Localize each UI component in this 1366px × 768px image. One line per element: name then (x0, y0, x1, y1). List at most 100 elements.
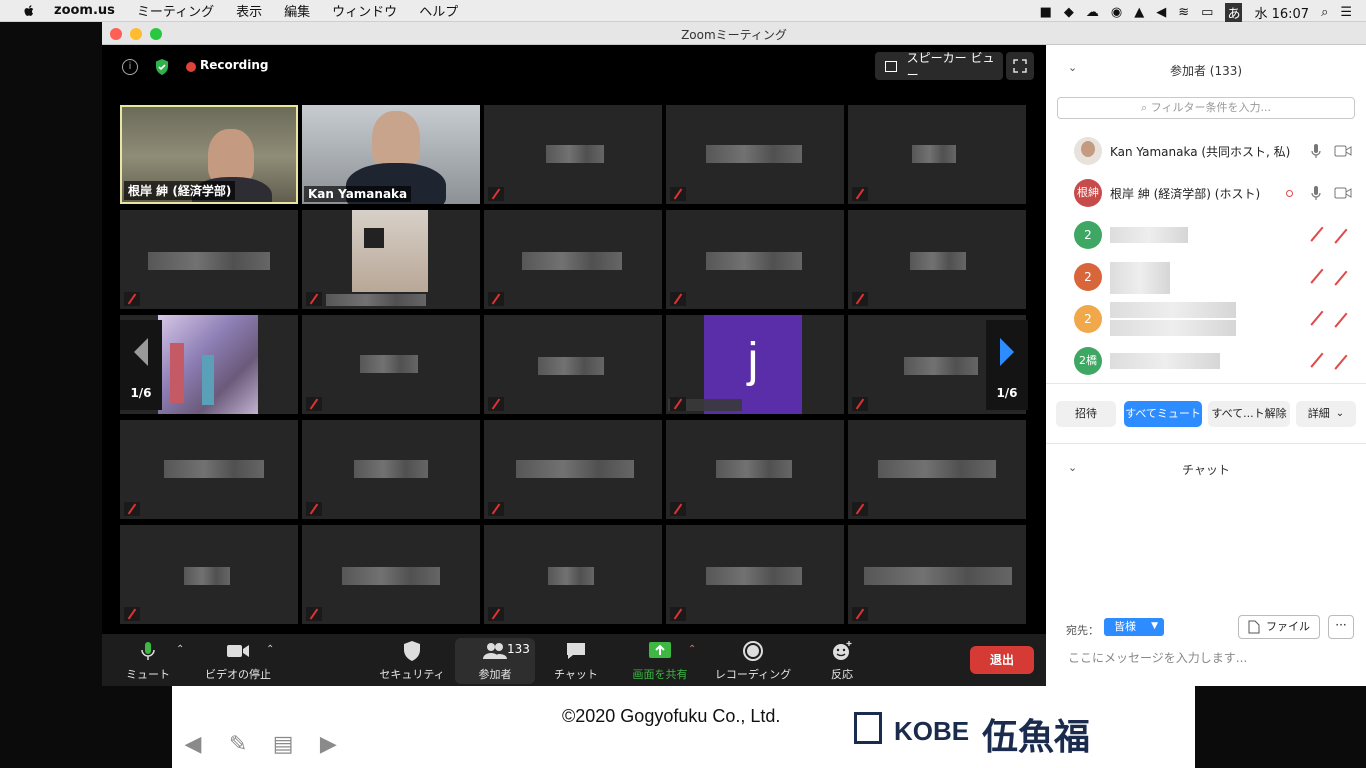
video-off-icon[interactable] (1334, 313, 1352, 325)
reactions-button[interactable]: 反応 (802, 638, 882, 684)
muted-mic-icon[interactable] (1310, 227, 1322, 243)
video-tile[interactable] (848, 105, 1026, 204)
video-off-icon[interactable] (1334, 271, 1352, 283)
mute-all-button[interactable]: すべてミュート (1124, 401, 1202, 427)
chat-recipient-label: 宛先： (1066, 624, 1099, 637)
chat-button[interactable]: チャット (536, 638, 616, 684)
muted-mic-icon (488, 502, 504, 516)
slide-tools: ◀ ✎ ▤ ▶ (180, 734, 355, 756)
kobe-logo-text: KOBE (894, 716, 970, 746)
video-tile[interactable] (484, 315, 662, 414)
participant-row[interactable]: Kan Yamanaka (共同ホスト, 私) (1046, 130, 1366, 172)
zoom-status-icon[interactable]: ■ (1040, 5, 1052, 20)
drive-icon[interactable]: ▲ (1134, 5, 1144, 20)
menu-edit[interactable]: 編集 (284, 1, 310, 20)
battery-icon[interactable]: ▭ (1201, 5, 1213, 20)
recording-label[interactable]: Recording (200, 58, 269, 72)
security-button[interactable]: セキュリティ (372, 638, 452, 684)
video-tile[interactable] (120, 420, 298, 519)
sync-icon[interactable]: ◉ (1111, 5, 1122, 20)
video-tile[interactable] (302, 315, 480, 414)
participants-button[interactable]: 133 参加者 (455, 638, 535, 684)
participant-row[interactable]: 2 (1046, 256, 1366, 298)
video-tile[interactable] (484, 525, 662, 624)
menu-meeting[interactable]: ミーティング (137, 1, 214, 20)
unmute-all-button[interactable]: すべて...ト解除 (1208, 401, 1290, 427)
video-camera-icon[interactable] (1334, 145, 1352, 157)
record-icon (706, 640, 800, 662)
video-tile[interactable] (666, 525, 844, 624)
menu-app-name[interactable]: zoom.us (54, 3, 115, 18)
participant-filter-input[interactable]: ⌕ フィルター条件を入力... (1057, 97, 1355, 119)
participant-row[interactable]: 2 (1046, 298, 1366, 340)
menu-window[interactable]: ウィンドウ (332, 1, 397, 20)
next-page-button[interactable]: 1/6 (986, 320, 1028, 410)
video-tile-cohost[interactable]: Kan Yamanaka (302, 105, 480, 204)
evernote-icon[interactable]: ◆ (1064, 5, 1074, 20)
participant-row[interactable]: 2橋 (1046, 340, 1366, 382)
video-tile[interactable] (666, 105, 844, 204)
search-icon: ⌕ (1141, 101, 1148, 114)
muted-mic-icon[interactable] (1310, 269, 1322, 285)
chat-message-input[interactable]: ここにメッセージを入力します... (1068, 649, 1348, 666)
video-off-icon[interactable] (1334, 355, 1352, 367)
meeting-info-icon[interactable]: i (122, 59, 138, 75)
avatar (1074, 137, 1102, 165)
cloud-icon[interactable]: ☁ (1086, 5, 1099, 20)
participant-row[interactable]: 2 (1046, 214, 1366, 256)
audio-options-chevron-icon[interactable]: ⌃ (176, 644, 184, 655)
more-options-button[interactable]: 詳細 ⌄ (1296, 401, 1356, 427)
input-method-icon[interactable]: あ (1225, 3, 1243, 22)
recording-button[interactable]: レコーディング (706, 638, 800, 684)
next-slide-icon[interactable]: ▶ (315, 734, 341, 756)
chat-recipient-select[interactable]: 皆様 ▼ (1104, 618, 1164, 636)
prev-slide-icon[interactable]: ◀ (180, 734, 206, 756)
apple-icon[interactable] (22, 4, 36, 18)
video-tile[interactable] (484, 420, 662, 519)
volume-icon[interactable]: ◀ (1156, 5, 1166, 20)
video-tile[interactable] (484, 105, 662, 204)
menubar-status-area: ■ ◆ ☁ ◉ ▲ ◀ ≋ ▭ あ 水 16:07 ⌕ ☰ (1028, 3, 1352, 22)
chat-title: チャット (1182, 463, 1230, 477)
video-tile[interactable] (302, 420, 480, 519)
microphone-icon[interactable] (1310, 143, 1322, 159)
notification-center-icon[interactable]: ☰ (1340, 5, 1352, 20)
video-tile[interactable] (666, 420, 844, 519)
video-off-icon[interactable] (1334, 229, 1352, 241)
participant-row[interactable]: 根紳 根岸 紳 (経済学部) (ホスト) (1046, 172, 1366, 214)
menu-help[interactable]: ヘルプ (419, 1, 458, 20)
invite-button[interactable]: 招待 (1056, 401, 1116, 427)
wifi-icon[interactable]: ≋ (1178, 5, 1189, 20)
muted-mic-icon[interactable] (1310, 311, 1322, 327)
video-tile[interactable] (484, 210, 662, 309)
video-tile[interactable] (120, 210, 298, 309)
video-tile[interactable] (120, 525, 298, 624)
video-tile[interactable]: j (666, 315, 844, 414)
arrow-right-icon (1000, 338, 1014, 366)
slides-icon[interactable]: ▤ (270, 734, 296, 756)
video-tile[interactable] (666, 210, 844, 309)
video-tile[interactable] (302, 210, 480, 309)
leave-button[interactable]: 退出 (970, 646, 1034, 674)
fullscreen-button[interactable] (1006, 52, 1034, 80)
menu-view[interactable]: 表示 (236, 1, 262, 20)
video-tile-host[interactable]: 根岸 紳 (経済学部) (120, 105, 298, 204)
previous-page-button[interactable]: 1/6 (120, 320, 162, 410)
video-tile[interactable] (848, 210, 1026, 309)
spotlight-icon[interactable]: ⌕ (1321, 5, 1328, 20)
muted-mic-icon[interactable] (1310, 353, 1322, 369)
video-tile[interactable] (848, 420, 1026, 519)
chat-more-button[interactable]: ··· (1328, 615, 1354, 639)
video-tile[interactable] (302, 525, 480, 624)
encryption-shield-icon[interactable] (154, 58, 170, 76)
video-options-chevron-icon[interactable]: ⌃ (266, 644, 274, 655)
file-button[interactable]: ファイル (1238, 615, 1320, 639)
video-camera-icon[interactable] (1334, 187, 1352, 199)
pen-icon[interactable]: ✎ (225, 734, 251, 756)
video-tile[interactable] (848, 525, 1026, 624)
speaker-view-button[interactable]: スピーカー ビュー (875, 51, 1003, 82)
divider (1046, 443, 1366, 444)
menubar-clock[interactable]: 水 16:07 (1254, 3, 1309, 22)
microphone-icon[interactable] (1310, 185, 1322, 201)
share-options-chevron-icon[interactable]: ⌃ (688, 644, 696, 655)
